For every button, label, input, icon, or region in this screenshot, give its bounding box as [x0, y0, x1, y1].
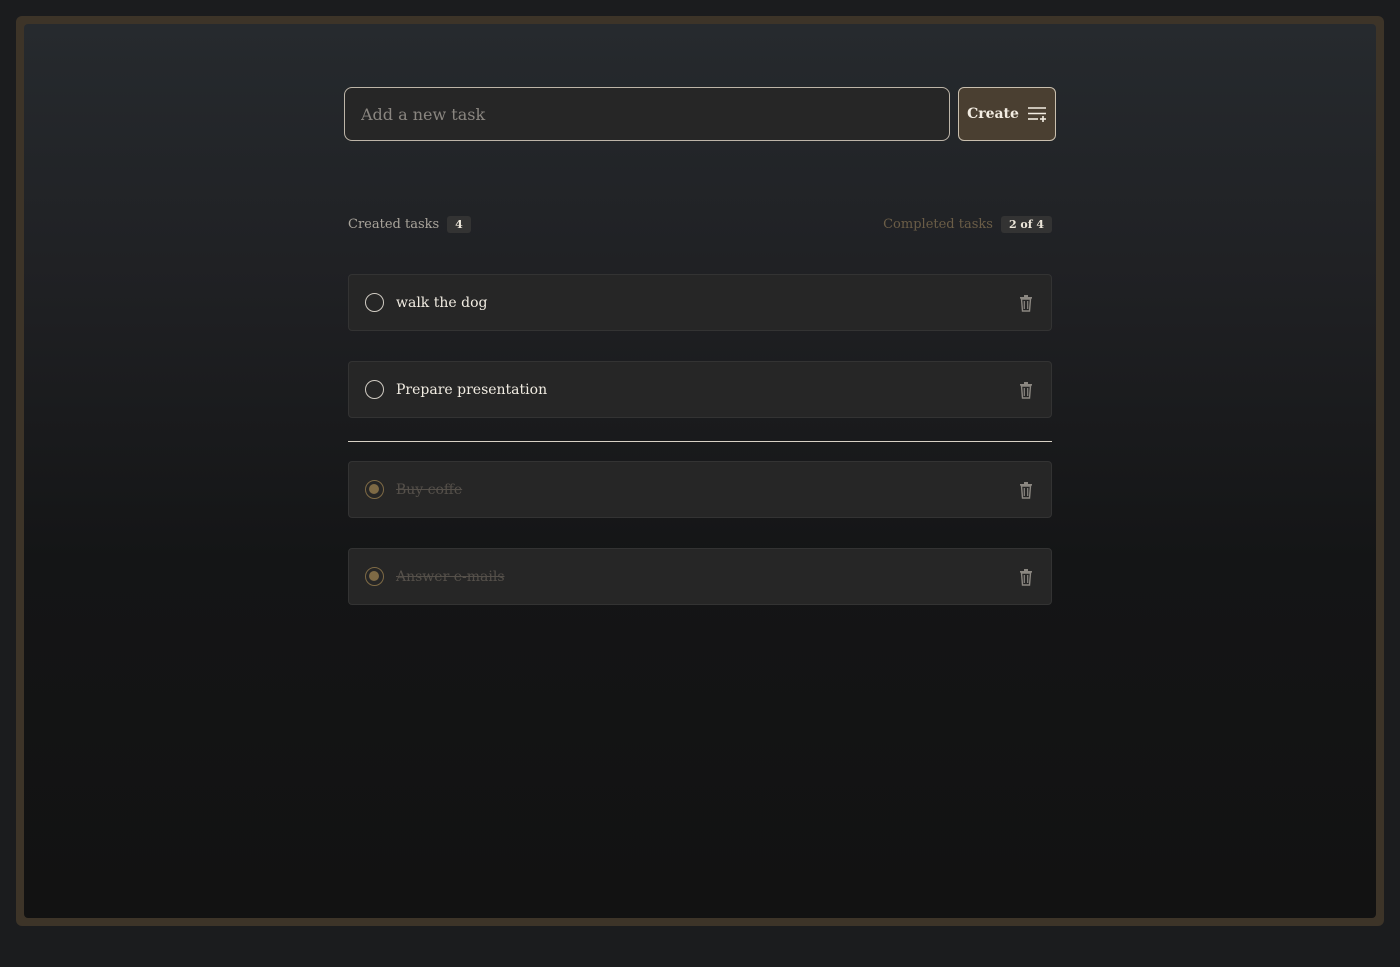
app-frame: Create Created tasks 4 Completed tasks 2…: [16, 16, 1384, 926]
task-item: Prepare presentation: [348, 361, 1052, 418]
completed-tasks-count: 2 of 4: [1000, 215, 1052, 233]
task-item-completed: Buy coffe: [348, 461, 1052, 518]
create-button-label: Create: [967, 106, 1019, 122]
task-text: Answer e-mails: [396, 568, 505, 585]
task-text: Prepare presentation: [396, 381, 548, 398]
checked-circle-icon[interactable]: [365, 567, 384, 586]
checked-circle-icon[interactable]: [365, 480, 384, 499]
trash-icon[interactable]: [1017, 481, 1035, 499]
list-add-icon: [1027, 107, 1046, 122]
trash-icon[interactable]: [1017, 381, 1035, 399]
todo-panel: Create Created tasks 4 Completed tasks 2…: [24, 24, 1376, 918]
task-item-completed: Answer e-mails: [348, 548, 1052, 605]
task-stats: Created tasks 4 Completed tasks 2 of 4: [348, 214, 1052, 234]
created-tasks-count: 4: [447, 215, 471, 233]
trash-icon[interactable]: [1017, 568, 1035, 586]
completed-tasks-label: Completed tasks: [883, 216, 993, 232]
task-text: walk the dog: [396, 294, 488, 311]
task-text: Buy coffe: [396, 481, 463, 498]
completed-divider: [348, 441, 1052, 442]
task-item: walk the dog: [348, 274, 1052, 331]
created-tasks-label: Created tasks: [348, 216, 440, 232]
completed-tasks-stat: Completed tasks 2 of 4: [883, 215, 1052, 233]
trash-icon[interactable]: [1017, 294, 1035, 312]
circle-icon[interactable]: [365, 293, 384, 312]
new-task-input[interactable]: [344, 87, 950, 141]
create-button[interactable]: Create: [958, 87, 1056, 141]
created-tasks-stat: Created tasks 4: [348, 215, 471, 233]
circle-icon[interactable]: [365, 380, 384, 399]
